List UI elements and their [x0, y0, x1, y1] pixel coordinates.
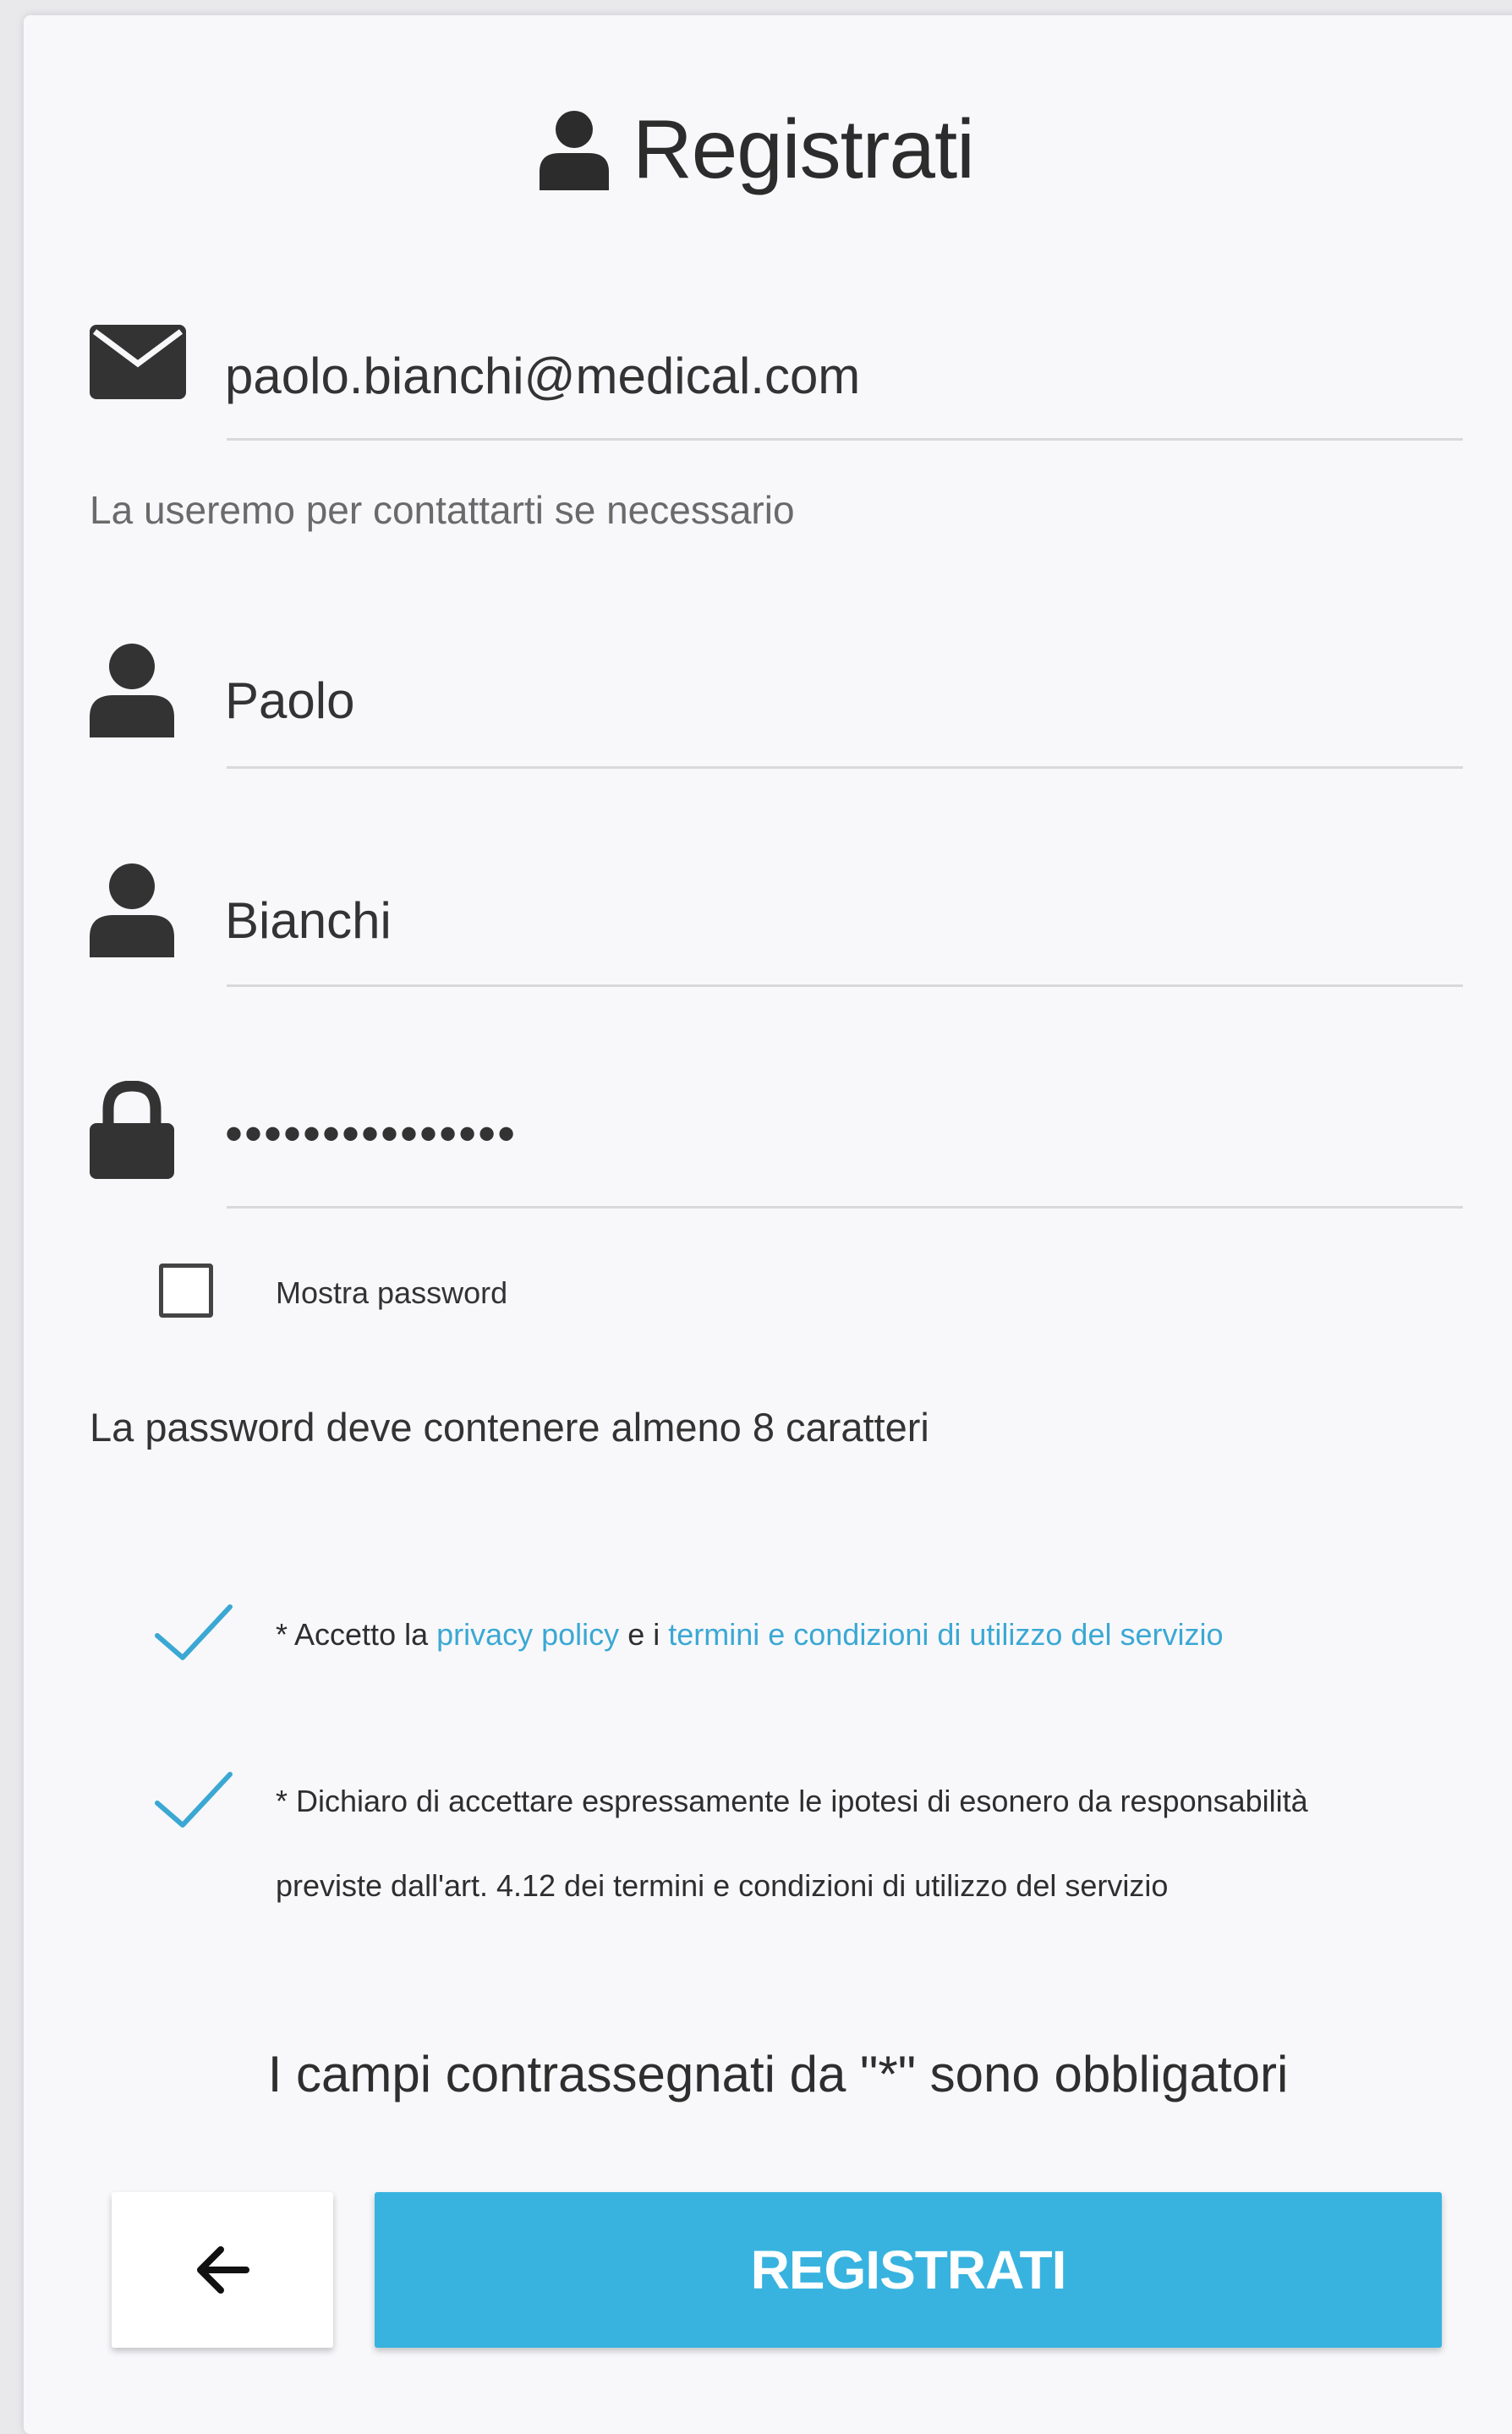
envelope-icon: [90, 325, 186, 399]
show-password-label: Mostra password: [276, 1275, 508, 1310]
privacy-consent-prefix: * Accetto la: [276, 1617, 437, 1652]
page-header: Registrati: [0, 101, 1512, 197]
last-name-underline: [227, 984, 1463, 987]
password-input[interactable]: •••••••••••••••: [225, 1105, 517, 1163]
last-name-field[interactable]: Bianchi: [0, 859, 1512, 995]
user-icon: [90, 644, 174, 737]
liability-consent-line1: * Dichiaro di accettare espressamente le…: [276, 1784, 1308, 1818]
register-button[interactable]: REGISTRATI: [375, 2192, 1442, 2348]
first-name-field[interactable]: Paolo: [0, 639, 1512, 775]
register-button-label: REGISTRATI: [750, 2239, 1067, 2300]
user-icon: [540, 110, 610, 190]
check-icon[interactable]: [154, 1771, 233, 1828]
required-fields-note: I campi contrassegnati da "*" sono obbli…: [267, 2046, 1289, 2102]
liability-consent-line2: previste dall'art. 4.12 dei termini e co…: [276, 1868, 1169, 1903]
email-hint: La useremo per contattarti se necessario: [90, 488, 795, 532]
lock-icon: [90, 1081, 174, 1179]
check-icon[interactable]: [154, 1603, 233, 1661]
first-name-input[interactable]: Paolo: [225, 672, 354, 730]
page-title: Registrati: [633, 102, 975, 195]
last-name-input[interactable]: Bianchi: [225, 891, 392, 950]
first-name-underline: [227, 766, 1463, 769]
password-rule: La password deve contenere almeno 8 cara…: [90, 1405, 929, 1450]
terms-link[interactable]: termini e condizioni di utilizzo del ser…: [668, 1617, 1223, 1652]
email-underline: [227, 438, 1463, 441]
privacy-policy-link[interactable]: privacy policy: [436, 1617, 619, 1652]
email-input[interactable]: paolo.bianchi@medical.com: [225, 347, 860, 405]
password-underline: [227, 1206, 1463, 1209]
password-field[interactable]: •••••••••••••••: [0, 1079, 1512, 1214]
email-field[interactable]: paolo.bianchi@medical.com: [0, 320, 1512, 455]
back-button[interactable]: [112, 2192, 333, 2348]
privacy-consent-text: * Accetto la privacy policy e i termini …: [276, 1593, 1224, 1677]
privacy-consent-middle: e i: [619, 1617, 669, 1652]
arrow-left-icon: [197, 2246, 249, 2294]
show-password-checkbox[interactable]: [159, 1264, 213, 1318]
user-icon: [90, 863, 174, 957]
